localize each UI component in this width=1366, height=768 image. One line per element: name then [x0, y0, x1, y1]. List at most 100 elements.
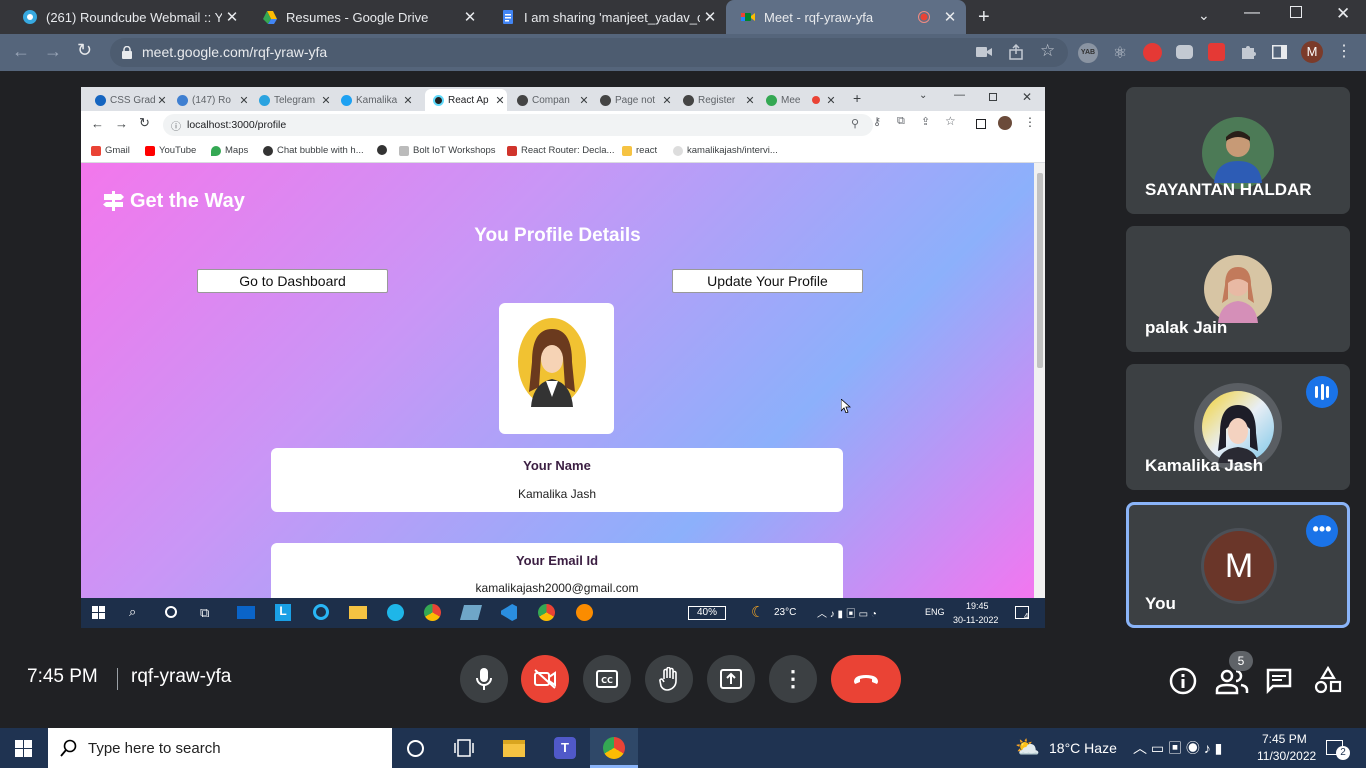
more-options-icon[interactable]: •••: [1306, 515, 1338, 547]
tab-docs[interactable]: I am sharing 'manjeet_yadav_cv3 ✕: [486, 0, 726, 34]
captions-button[interactable]: CC: [583, 655, 631, 703]
page-icon: [399, 145, 409, 156]
participant-tile-self[interactable]: M ••• You: [1126, 502, 1350, 628]
forward-icon[interactable]: →: [44, 41, 62, 62]
location-icon: ⚲: [851, 118, 860, 130]
youtube-extension-icon[interactable]: [1176, 45, 1193, 59]
new-tab-button[interactable]: +: [978, 6, 990, 29]
email-label: Your Email Id: [515, 553, 599, 568]
meet-icon: [766, 94, 777, 106]
back-icon[interactable]: ←: [12, 41, 30, 62]
update-profile-button[interactable]: Update Your Profile: [672, 269, 863, 293]
search-placeholder: Type here to search: [88, 740, 221, 757]
participant-tile[interactable]: Kamalika Jash: [1126, 364, 1350, 490]
chrome-taskbar-active[interactable]: [590, 728, 638, 768]
tray-icons: ︿ ▭ ▣ ◉ ♪ ▮: [1133, 740, 1223, 756]
camera-off-button[interactable]: [521, 655, 569, 703]
cortana-icon[interactable]: [407, 740, 424, 757]
raise-hand-button[interactable]: [645, 655, 693, 703]
tab-roundcube[interactable]: (261) Roundcube Webmail :: Your ✕: [8, 0, 248, 34]
gmail-icon: [91, 145, 101, 156]
close-icon[interactable]: ✕: [940, 8, 960, 26]
chrome-menu-icon[interactable]: ⋮: [1336, 41, 1352, 63]
file-explorer-icon[interactable]: [503, 740, 525, 757]
taskbar-search-box[interactable]: Type here to search: [48, 728, 392, 768]
go-to-dashboard-button[interactable]: Go to Dashboard: [197, 269, 388, 293]
recording-icon: [918, 11, 930, 23]
more-options-button[interactable]: ⋮: [769, 655, 817, 703]
profile-avatar[interactable]: M: [1301, 41, 1323, 63]
inner-tab: Compan ✕: [509, 89, 591, 111]
people-icon[interactable]: [1215, 667, 1249, 695]
window-close-button[interactable]: ✕: [1336, 4, 1350, 24]
activities-icon[interactable]: [1314, 666, 1342, 694]
end-call-button[interactable]: [831, 655, 901, 703]
teams-icon[interactable]: T: [554, 737, 576, 759]
react-devtools-icon[interactable]: ⚛: [1110, 43, 1130, 63]
task-view-icon[interactable]: [454, 739, 474, 757]
inner-tab-strip: CSS Grad ✕ (147) Ro ✕ Telegram ✕ Kamalika ✕ …: [81, 87, 1045, 111]
tab-drive[interactable]: Resumes - Google Drive ✕: [248, 0, 486, 34]
inner-tab: Kamalika ✕: [333, 89, 415, 111]
key-icon: ⚷: [873, 116, 882, 128]
css-icon: [95, 94, 106, 106]
bookmark-maps: Maps: [211, 145, 248, 156]
notification-count: 2: [1336, 746, 1350, 760]
minimize-button[interactable]: —: [1244, 4, 1260, 22]
close-icon[interactable]: ✕: [700, 8, 720, 26]
yab-extension-icon[interactable]: YAB: [1078, 43, 1098, 63]
restore-button[interactable]: [1290, 6, 1302, 18]
present-button[interactable]: [707, 655, 755, 703]
windows-start-icon[interactable]: [15, 740, 32, 757]
vscode-icon: [501, 604, 517, 621]
tab-meet[interactable]: Meet - rqf-yraw-yfa ✕: [726, 0, 966, 34]
page-scrollbar: [1034, 163, 1045, 598]
inner-tab: Page not ✕: [592, 89, 674, 111]
maps-icon: [211, 145, 221, 156]
participant-tile[interactable]: palak Jain: [1126, 226, 1350, 352]
pdf-extension-icon[interactable]: [1208, 43, 1225, 61]
close-icon: ✕: [826, 94, 836, 107]
participant-tile[interactable]: SAYANTAN HALDAR: [1126, 87, 1350, 214]
bookmark-star-icon: ☆: [945, 114, 956, 128]
close-icon[interactable]: ✕: [460, 8, 480, 26]
address-bar[interactable]: meet.google.com/rqf-yraw-yfa ☆: [110, 38, 1068, 67]
inner-tab: CSS Grad ✕: [87, 89, 169, 111]
chrome-icon: [603, 737, 625, 759]
side-panel-icon[interactable]: [1272, 45, 1287, 59]
svg-text:CC: CC: [601, 676, 613, 685]
globe-icon: [600, 94, 611, 106]
name-label: Your Name: [523, 458, 591, 473]
close-icon: ✕: [745, 94, 755, 107]
microphone-icon: [476, 668, 492, 690]
participant-name: palak Jain: [1145, 318, 1228, 337]
react-router-icon: [507, 145, 517, 156]
name-value: Kamalika Jash: [517, 487, 597, 501]
clock-date: 11/30/2022: [1257, 749, 1317, 763]
globe-icon: [263, 145, 273, 156]
extensions-puzzle-icon[interactable]: [1240, 44, 1256, 60]
meeting-details-icon[interactable]: [1169, 667, 1197, 695]
profile-avatar: [998, 116, 1012, 130]
notepad-icon: [459, 605, 483, 620]
email-card: Your Email Id kamalikajash2000@gmail.com: [271, 543, 843, 598]
windows-start-icon: [92, 606, 105, 619]
microphone-button[interactable]: [460, 655, 508, 703]
restore-icon: [989, 93, 997, 101]
close-icon[interactable]: ✕: [222, 8, 242, 26]
weather-cloud-icon: ⛅: [1015, 737, 1040, 759]
info-icon: ⓘ: [171, 122, 181, 133]
participant-name: SAYANTAN HALDAR: [1145, 180, 1312, 199]
share-icon[interactable]: [1008, 44, 1024, 60]
camera-indicator-icon[interactable]: [976, 46, 992, 58]
tab-search-icon[interactable]: ⌄: [1198, 7, 1210, 24]
side-panel-icon: [976, 119, 986, 129]
chat-icon[interactable]: [1266, 668, 1292, 694]
reload-icon[interactable]: ↻: [77, 40, 92, 61]
record-extension-icon[interactable]: [1143, 43, 1162, 62]
profile-avatar-image: [518, 318, 586, 407]
inner-windows-taskbar: ⌕ ⧉ L 40% ☾ 23°C ︿ ♪ ▮ ▣ ▭ ◔ ENG 19:45 3…: [81, 598, 1045, 628]
windows-taskbar: Type here to search T ⛅ 18°C Haze ︿ ▭ ▣ …: [0, 728, 1366, 768]
moon-icon: ☾: [751, 604, 765, 621]
bookmark-star-icon[interactable]: ☆: [1040, 41, 1055, 61]
